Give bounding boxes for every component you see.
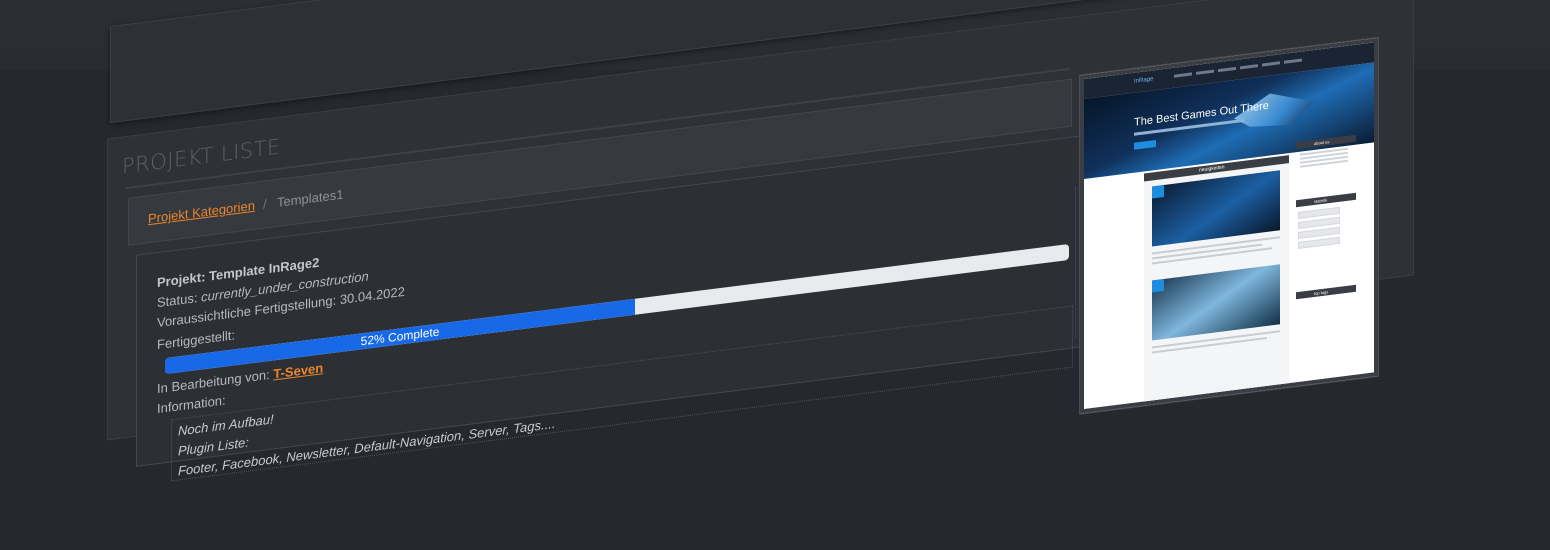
preview-post-image (1152, 264, 1280, 341)
preview-logo: InRage (1134, 76, 1154, 85)
breadcrumb-separator: / (263, 196, 267, 212)
eta-value: 30.04.2022 (339, 283, 405, 308)
info-label: Information: (157, 392, 226, 417)
preview-nav-item (1284, 58, 1302, 64)
info-line: Noch im Aufbau! (178, 411, 274, 439)
preview-section-heading-text: neuigkeiten (1199, 164, 1225, 174)
preview-main-column: neuigkeiten (1144, 155, 1289, 414)
preview-nav-item (1196, 69, 1214, 75)
preview-nav-item (1174, 72, 1192, 78)
preview-sidebar-heading: statistik (1296, 192, 1356, 208)
breadcrumb-current: Templates1 (277, 186, 344, 211)
completion-label: Fertiggestellt: (157, 327, 236, 353)
preview-date-badge (1152, 184, 1164, 199)
status-label: Status: (157, 289, 202, 311)
template-preview-image[interactable]: InRage The Best Games Out There neuigkei… (1080, 37, 1378, 414)
preview-sidebar-heading: top tags (1296, 284, 1356, 300)
preview-nav-item (1262, 61, 1280, 67)
preview-sidebar-item (1298, 236, 1340, 250)
inner-divider (1075, 186, 1077, 338)
info-box: Noch im Aufbau! Plugin Liste: Footer, Fa… (171, 305, 1073, 482)
page-scene: PROJEKT LISTE Projekt Kategorien / Templ… (0, 0, 1550, 482)
preview-nav-item (1218, 66, 1236, 73)
breadcrumb-link-projekt-kategorien[interactable]: Projekt Kategorien (148, 198, 255, 227)
preview-sidebar-heading-text: about us (1314, 139, 1330, 147)
preview-sidebar: about us statistik top tags (1296, 134, 1356, 383)
preview-hero-button (1134, 139, 1156, 150)
preview-sidebar-heading-text: top tags (1314, 289, 1329, 297)
preview-post-image (1152, 170, 1280, 247)
preview-sidebar-heading-text: statistik (1314, 197, 1328, 205)
preview-nav-item (1240, 64, 1258, 70)
preview-date-badge (1152, 278, 1164, 293)
assignee-link[interactable]: T-Seven (273, 360, 323, 381)
